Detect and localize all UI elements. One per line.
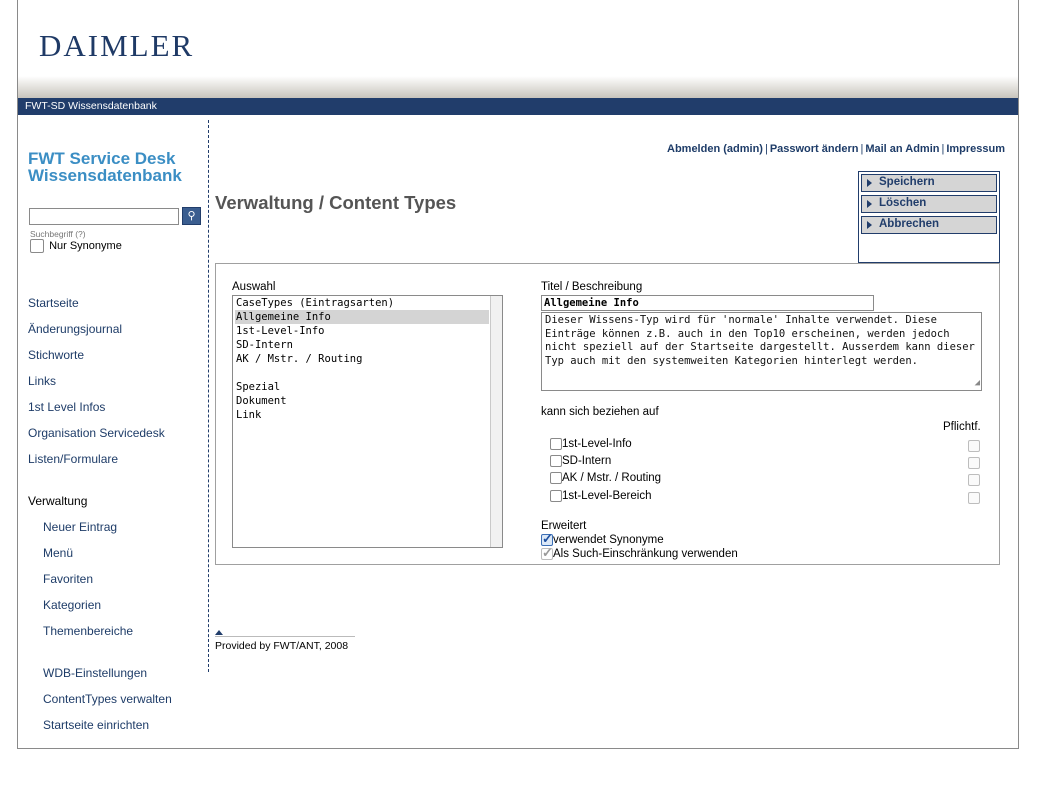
sidebar-item-organisation-servicedesk[interactable]: Organisation Servicedesk bbox=[28, 426, 165, 440]
app-title-bar: FWT-SD Wissensdatenbank bbox=[18, 98, 1018, 115]
relation-label: 1st-Level-Info bbox=[562, 438, 632, 450]
title-description-label: Titel / Beschreibung bbox=[541, 281, 643, 293]
sidebar-item-contenttypes-verwalten[interactable]: ContentTypes verwalten bbox=[43, 692, 172, 706]
only-synonyms-label: Nur Synonyme bbox=[49, 240, 122, 252]
sidebar-item-kategorien[interactable]: Kategorien bbox=[43, 598, 101, 612]
sidebar-item-favoriten[interactable]: Favoriten bbox=[43, 572, 93, 586]
app-title: FWT-SD Wissensdatenbank bbox=[25, 100, 157, 112]
relation-checkbox[interactable] bbox=[550, 455, 562, 467]
page-frame: DAIMLER FWT-SD Wissensdatenbank FWT Serv… bbox=[17, 0, 1019, 749]
required-checkbox[interactable] bbox=[968, 474, 980, 486]
page-title: Verwaltung / Content Types bbox=[215, 192, 457, 213]
sidebar-item-links[interactable]: Links bbox=[28, 374, 56, 388]
sidebar-item-themenbereiche[interactable]: Themenbereiche bbox=[43, 624, 133, 638]
required-checkbox[interactable] bbox=[968, 440, 980, 452]
footer-divider bbox=[215, 636, 355, 637]
relation-label: SD-Intern bbox=[562, 455, 612, 467]
uses-synonyms-row: verwendet Synonyme bbox=[541, 531, 664, 547]
change-password-link[interactable]: Passwort ändern bbox=[770, 143, 859, 155]
sidebar-item-stichworte[interactable]: Stichworte bbox=[28, 348, 84, 362]
sidebar-title-line1: FWT Service Desk bbox=[28, 149, 176, 168]
relation-label: 1st-Level-Bereich bbox=[562, 490, 652, 502]
top-links: Abmelden (admin) | Passwort ändern | Mail an… bbox=[667, 143, 1005, 155]
sidebar-item-startseite[interactable]: Startseite bbox=[28, 296, 79, 310]
daimler-logo: DAIMLER bbox=[39, 28, 195, 63]
list-option[interactable]: AK / Mstr. / Routing bbox=[235, 352, 489, 366]
only-synonyms-toggle[interactable]: Nur Synonyme bbox=[30, 239, 122, 253]
list-option[interactable]: 1st-Level-Info bbox=[235, 324, 489, 338]
mail-admin-link[interactable]: Mail an Admin bbox=[865, 143, 939, 155]
listbox-scrollbar[interactable] bbox=[490, 296, 502, 547]
sidebar-title: FWT Service Desk Wissensdatenbank bbox=[28, 150, 203, 184]
binoculars-icon: ⚲ bbox=[187, 210, 196, 222]
relation-checkbox[interactable] bbox=[550, 438, 562, 450]
relates-to-label: kann sich beziehen auf bbox=[541, 406, 659, 418]
footer-text: Provided by FWT/ANT, 2008 bbox=[215, 640, 349, 652]
header-gradient-band bbox=[18, 76, 1018, 98]
save-button[interactable]: Speichern bbox=[861, 174, 997, 192]
relation-checkbox[interactable] bbox=[550, 472, 562, 484]
content-type-listbox[interactable]: CaseTypes (Eintragsarten) Allgemeine Inf… bbox=[232, 295, 503, 548]
sidebar-item-startseite-einrichten[interactable]: Startseite einrichten bbox=[43, 718, 149, 732]
back-to-top-icon[interactable] bbox=[215, 630, 223, 635]
sidebar-item-aenderungsjournal[interactable]: Änderungsjournal bbox=[28, 322, 122, 336]
required-column-label: Pflichtf. bbox=[943, 421, 981, 433]
description-text: Dieser Wissens-Typ wird für 'normale' In… bbox=[545, 314, 975, 367]
sidebar-item-menue[interactable]: Menü bbox=[43, 546, 73, 560]
action-panel: Speichern Löschen Abbrechen bbox=[858, 171, 1000, 263]
sidebar-item-1st-level-infos[interactable]: 1st Level Infos bbox=[28, 400, 105, 414]
list-option[interactable]: Spezial bbox=[235, 380, 489, 394]
list-option-blank[interactable] bbox=[235, 366, 489, 380]
sidebar-item-neuer-eintrag[interactable]: Neuer Eintrag bbox=[43, 520, 117, 534]
sidebar-item-wdb-einstellungen[interactable]: WDB-Einstellungen bbox=[43, 666, 147, 680]
uses-synonyms-label: verwendet Synonyme bbox=[553, 534, 664, 546]
relation-row-1st-level-info: 1st-Level-Info bbox=[550, 438, 632, 450]
relation-row-ak-mstr-routing: AK / Mstr. / Routing bbox=[550, 472, 661, 484]
sidebar-title-line2: Wissensdatenbank bbox=[28, 166, 182, 185]
top-link-separator: | bbox=[941, 143, 945, 155]
top-link-separator: | bbox=[860, 143, 864, 155]
list-option[interactable]: Link bbox=[235, 408, 489, 422]
search-hint[interactable]: Suchbegriff (?) bbox=[30, 229, 86, 239]
list-option[interactable]: Dokument bbox=[235, 394, 489, 408]
only-synonyms-checkbox[interactable] bbox=[30, 239, 44, 253]
title-input[interactable]: Allgemeine Info bbox=[541, 295, 874, 311]
impressum-link[interactable]: Impressum bbox=[946, 143, 1005, 155]
search-restriction-row: Als Such-Einschränkung verwenden bbox=[541, 545, 738, 561]
delete-button[interactable]: Löschen bbox=[861, 195, 997, 213]
search-button[interactable]: ⚲ bbox=[182, 207, 201, 225]
top-link-separator: | bbox=[764, 143, 768, 155]
list-option[interactable]: SD-Intern bbox=[235, 338, 489, 352]
resize-handle-icon[interactable]: ◢ bbox=[975, 377, 980, 391]
list-option[interactable]: CaseTypes (Eintragsarten) bbox=[235, 296, 489, 310]
required-checkbox[interactable] bbox=[968, 492, 980, 504]
list-option-selected[interactable]: Allgemeine Info bbox=[235, 310, 489, 324]
sidebar-item-listen-formulare[interactable]: Listen/Formulare bbox=[28, 452, 118, 466]
description-textarea[interactable]: Dieser Wissens-Typ wird für 'normale' In… bbox=[541, 312, 982, 391]
relation-label: AK / Mstr. / Routing bbox=[562, 472, 662, 484]
search-restriction-label: Als Such-Einschränkung verwenden bbox=[553, 548, 738, 560]
sidebar-item-verwaltung[interactable]: Verwaltung bbox=[28, 494, 87, 508]
relation-row-sd-intern: SD-Intern bbox=[550, 455, 611, 467]
relation-checkbox[interactable] bbox=[550, 490, 562, 502]
search-restriction-checkbox[interactable] bbox=[541, 545, 553, 561]
relation-row-1st-level-bereich: 1st-Level-Bereich bbox=[550, 490, 651, 502]
selection-label: Auswahl bbox=[232, 281, 276, 293]
cancel-button[interactable]: Abbrechen bbox=[861, 216, 997, 234]
sidebar-divider bbox=[208, 120, 209, 672]
search-input[interactable] bbox=[29, 208, 179, 225]
logout-link[interactable]: Abmelden (admin) bbox=[667, 143, 763, 155]
required-checkbox[interactable] bbox=[968, 457, 980, 469]
